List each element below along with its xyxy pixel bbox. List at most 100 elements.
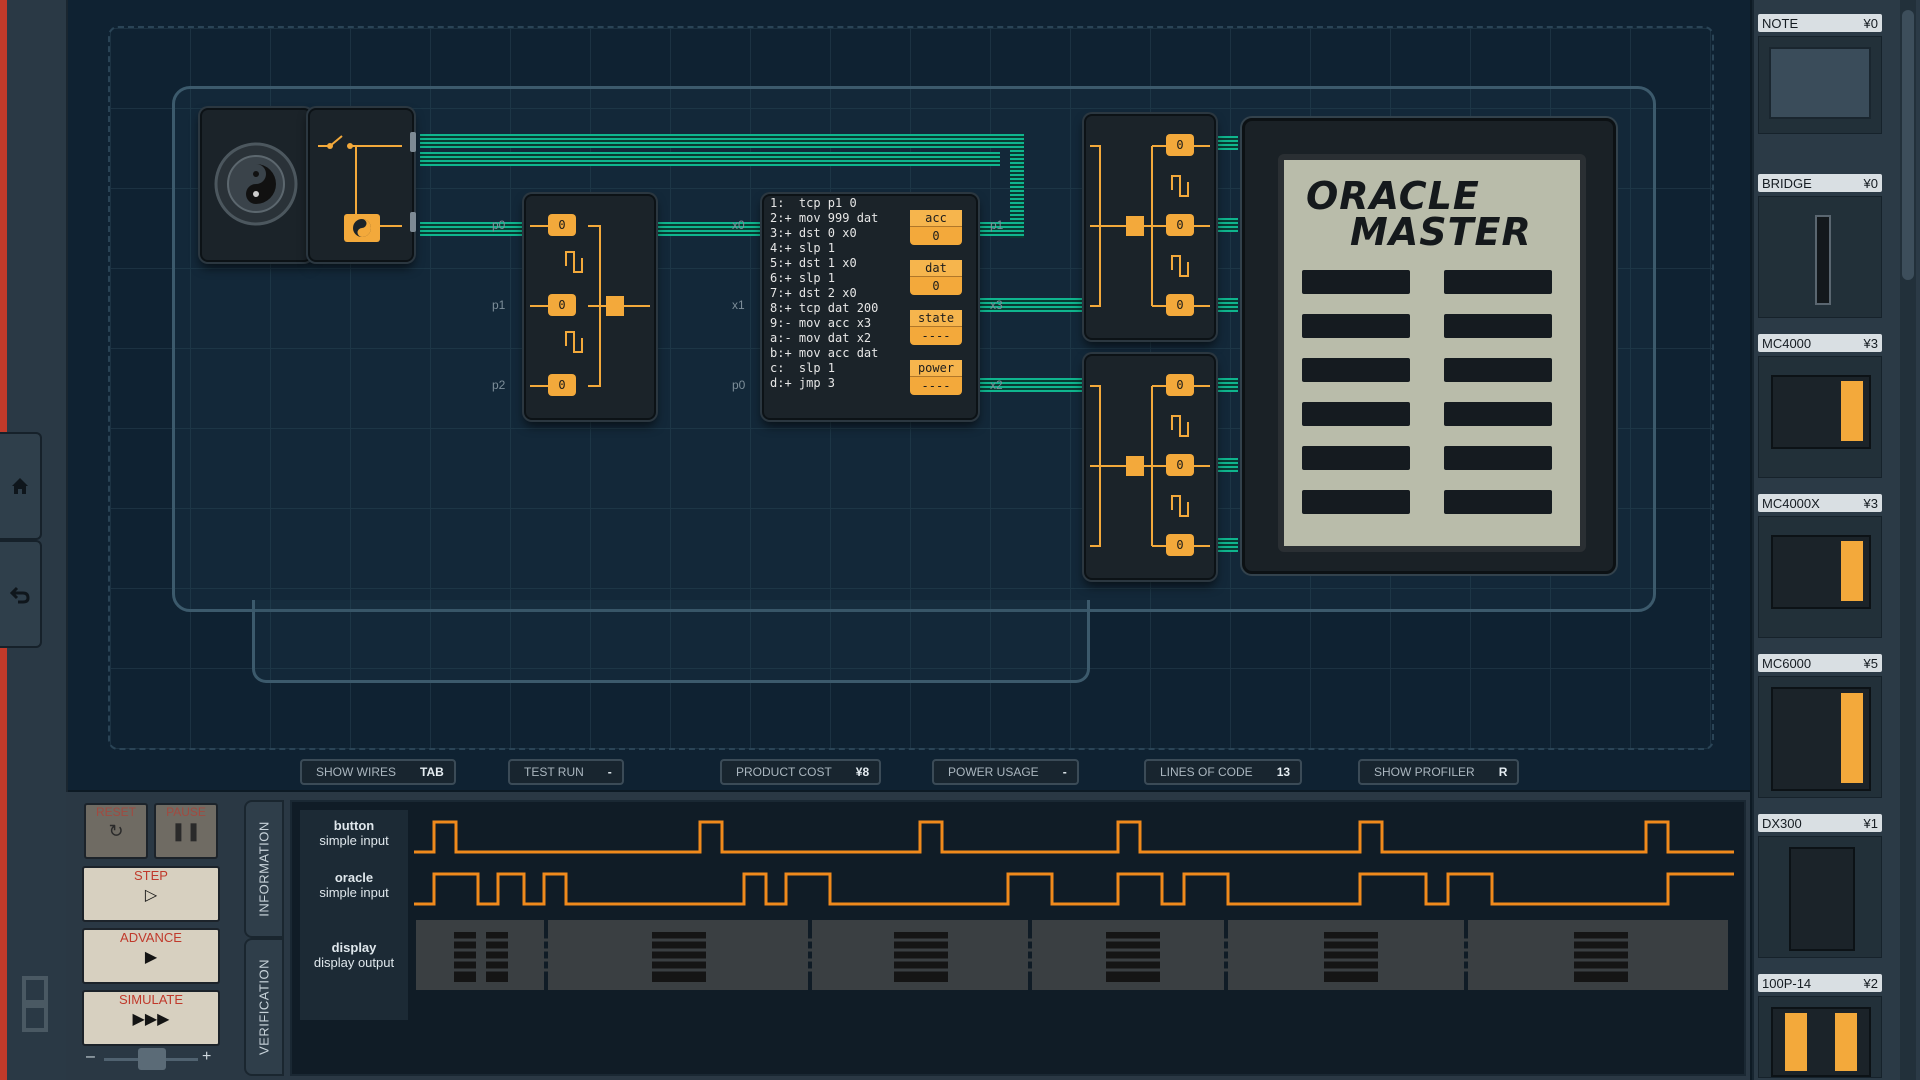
pin[interactable] bbox=[410, 132, 416, 152]
signal-label-oracle: oracle simple input bbox=[300, 862, 408, 914]
step-button[interactable]: STEP ▷ bbox=[82, 866, 220, 922]
advance-icon: ▶ bbox=[144, 949, 158, 966]
display-segment bbox=[1302, 490, 1410, 514]
game-logo-icon bbox=[22, 976, 48, 1032]
status-label: SHOW WIRES bbox=[316, 765, 396, 779]
reset-button[interactable]: RESET ↻ bbox=[84, 803, 148, 859]
dx300-value: 0 bbox=[548, 294, 576, 316]
advance-button[interactable]: ADVANCE ▶ bbox=[82, 928, 220, 984]
port-label-x1: x1 bbox=[732, 298, 745, 312]
home-button[interactable] bbox=[0, 432, 42, 540]
part-name: MC4000X bbox=[1762, 495, 1820, 511]
advance-label: ADVANCE bbox=[120, 930, 182, 945]
port-label-p2: p2 bbox=[492, 378, 506, 392]
button-source-module[interactable] bbox=[308, 108, 414, 262]
part-mc6000[interactable]: MC6000 ¥5 bbox=[1758, 654, 1882, 798]
part-bridge[interactable]: BRIDGE ¥0 bbox=[1758, 174, 1882, 318]
register-power: power ---- bbox=[910, 360, 962, 395]
code-line[interactable]: 1: tcp p1 0 bbox=[770, 196, 970, 211]
show-wires-toggle[interactable]: SHOW WIRES TAB bbox=[300, 759, 456, 785]
wire-top bbox=[420, 134, 1020, 148]
status-label: LINES OF CODE bbox=[1160, 765, 1253, 779]
reset-icon: ↻ bbox=[108, 821, 124, 841]
dx300-value: 0 bbox=[548, 214, 576, 236]
mc4000-icon bbox=[1771, 375, 1871, 449]
wire-p0 bbox=[420, 222, 526, 236]
dx300-left-module[interactable]: 0 0 0 bbox=[524, 194, 656, 420]
port-label-x3: x3 bbox=[990, 298, 1003, 312]
dx300-value: 0 bbox=[1166, 294, 1194, 316]
undo-button[interactable] bbox=[0, 540, 42, 648]
wire-oracle-2 bbox=[1218, 218, 1238, 232]
signal-name: oracle bbox=[334, 870, 374, 885]
speed-plus[interactable]: + bbox=[202, 1048, 211, 1066]
tab-information[interactable]: INFORMATION bbox=[244, 800, 284, 938]
status-label: POWER USAGE bbox=[948, 765, 1039, 779]
tab-information-label: INFORMATION bbox=[256, 821, 272, 917]
part-name: DX300 bbox=[1762, 815, 1802, 831]
speed-minus[interactable]: – bbox=[86, 1048, 95, 1066]
dx300-circuit-icon bbox=[1090, 385, 1210, 547]
simulate-button[interactable]: SIMULATE ▶▶▶ bbox=[82, 990, 220, 1046]
part-mc4000[interactable]: MC4000 ¥3 bbox=[1758, 334, 1882, 478]
oracle-title: ORACLE MASTER bbox=[1306, 177, 1556, 254]
board-lower-outline bbox=[252, 600, 1090, 683]
lines-of-code-status: LINES OF CODE 13 bbox=[1144, 759, 1303, 785]
register-name: power bbox=[910, 360, 962, 377]
code-line[interactable]: b:+ mov acc dat bbox=[770, 346, 970, 361]
signal-name: button bbox=[333, 818, 375, 833]
bridge-icon bbox=[1815, 215, 1831, 305]
speed-thumb[interactable] bbox=[138, 1048, 166, 1070]
power-usage-status: POWER USAGE - bbox=[932, 759, 1079, 785]
display-segment bbox=[1302, 270, 1410, 294]
status-value: R bbox=[1498, 765, 1508, 779]
status-label: SHOW PROFILER bbox=[1374, 765, 1475, 779]
oracle-title-line2: MASTER bbox=[1350, 210, 1532, 254]
mc4000x-icon bbox=[1771, 535, 1871, 609]
part-dx300[interactable]: DX300 ¥1 bbox=[1758, 814, 1882, 958]
dx300-circuit-icon bbox=[1090, 145, 1210, 307]
signal-label-button: button simple input bbox=[300, 810, 408, 862]
oracle-source-module[interactable] bbox=[200, 108, 312, 262]
show-profiler-toggle[interactable]: SHOW PROFILER R bbox=[1358, 759, 1520, 785]
dx300-value: 0 bbox=[1166, 454, 1194, 476]
pause-button[interactable]: PAUSE ❚❚ bbox=[154, 803, 218, 859]
wire-oracle-6 bbox=[1218, 538, 1238, 552]
switch-circuit-icon bbox=[318, 135, 402, 242]
display-segment bbox=[1302, 358, 1410, 382]
speed-slider[interactable]: – + bbox=[86, 1048, 216, 1070]
step-label: STEP bbox=[134, 868, 168, 883]
part-note[interactable]: NOTE ¥0 bbox=[1758, 14, 1882, 134]
simulate-icon: ▶▶▶ bbox=[132, 1011, 170, 1028]
part-100p-14[interactable]: 100P-14 ¥2 bbox=[1758, 974, 1882, 1078]
status-value: ¥8 bbox=[855, 765, 870, 779]
signal-type: simple input bbox=[319, 885, 389, 900]
status-label: TEST RUN bbox=[524, 765, 584, 779]
dx300-value: 0 bbox=[1166, 214, 1194, 236]
register-value: ---- bbox=[921, 379, 951, 393]
parts-scrollbar-thumb[interactable] bbox=[1902, 10, 1914, 280]
dx300-right-top-module[interactable]: 0 0 0 bbox=[1084, 114, 1216, 340]
product-cost-status: PRODUCT COST ¥8 bbox=[720, 759, 882, 785]
display-segment bbox=[1302, 402, 1410, 426]
tab-verification[interactable]: VERIFICATION bbox=[244, 938, 284, 1076]
display-segment bbox=[1444, 490, 1552, 514]
signal-type: simple input bbox=[319, 833, 389, 848]
register-value: 0 bbox=[932, 279, 940, 293]
display-segment bbox=[1444, 270, 1552, 294]
part-mc4000x[interactable]: MC4000X ¥3 bbox=[1758, 494, 1882, 638]
display-segment bbox=[1444, 314, 1552, 338]
dx300-right-bottom-module[interactable]: 0 0 0 bbox=[1084, 354, 1216, 580]
part-name: 100P-14 bbox=[1762, 975, 1812, 991]
part-price: ¥1 bbox=[1863, 815, 1878, 831]
display-segment bbox=[1444, 358, 1552, 382]
status-label: PRODUCT COST bbox=[736, 765, 832, 779]
dx300-value: 0 bbox=[548, 374, 576, 396]
pin[interactable] bbox=[410, 212, 416, 232]
signal-type: display output bbox=[313, 955, 395, 970]
dx300-value: 0 bbox=[1166, 374, 1194, 396]
dx300-circuit-icon bbox=[530, 225, 650, 387]
display-segment bbox=[1444, 446, 1552, 470]
100p-14-icon bbox=[1771, 1007, 1871, 1077]
pause-icon: ❚❚ bbox=[170, 821, 202, 841]
